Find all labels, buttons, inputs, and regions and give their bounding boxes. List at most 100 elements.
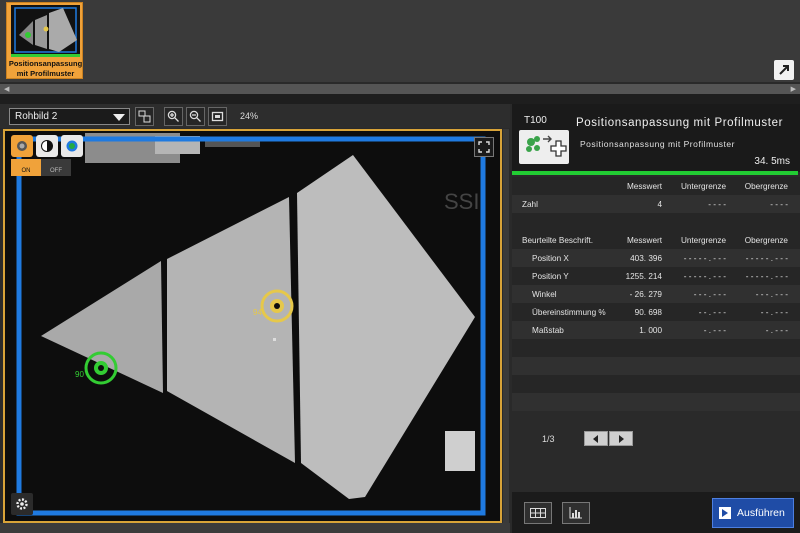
thumbnail-label-line1: Positionsanpassung xyxy=(8,59,83,68)
background-text: SSI xyxy=(444,189,479,214)
overlay-toggle[interactable]: ON OFF xyxy=(11,159,71,176)
expand-icon xyxy=(779,65,789,75)
row-label: Position Y xyxy=(532,272,569,281)
table-row[interactable]: Zahl 4 - - - - - - - - xyxy=(512,195,800,213)
thumbnail-status-bar xyxy=(11,54,80,57)
row-value: 403. 396 xyxy=(630,254,662,263)
fit-screen-button[interactable] xyxy=(208,107,227,126)
column-header: Beurteilte Beschrift. xyxy=(522,236,593,245)
zoom-in-button[interactable] xyxy=(164,107,183,126)
table-row[interactable]: Position X 403. 396 - - - - - . - - - - … xyxy=(512,249,800,267)
mode-button-contrast[interactable] xyxy=(36,135,58,157)
tool-header: T100 Positionsanpassung mit Profilmuster… xyxy=(512,104,800,172)
app-root: Positionsanpassung mit Profilmuster ◀ ▶ … xyxy=(0,0,800,533)
thumbnail-image xyxy=(11,5,80,55)
grid-view-button[interactable] xyxy=(524,502,552,524)
row-lower-limit: - - - - xyxy=(708,200,726,209)
tool-id: T100 xyxy=(524,115,547,126)
separator xyxy=(0,94,800,104)
thumbnail-label: Positionsanpassung mit Profilmuster xyxy=(7,59,84,79)
expand-button[interactable] xyxy=(774,60,794,80)
row-upper-limit: - - - - - . - - - xyxy=(745,272,788,281)
table-header-row: Messwert Untergrenze Obergrenze xyxy=(512,177,800,195)
tool-name: Positionsanpassung mit Profilmuster xyxy=(576,117,783,129)
row-lower-limit: - - . - - - xyxy=(698,308,726,317)
marker2-angle-label: 94 xyxy=(253,308,262,317)
row-label: Übereinstimmung % xyxy=(532,308,606,317)
chevron-left-icon xyxy=(593,434,598,443)
scroll-left-icon[interactable]: ◀ xyxy=(4,85,9,93)
row-label: Zahl xyxy=(522,200,538,209)
table-row[interactable]: Position Y 1255. 214 - - - - - . - - - -… xyxy=(512,267,800,285)
table-header-row: Beurteilte Beschrift. Messwert Untergren… xyxy=(512,231,800,249)
fullscreen-button[interactable] xyxy=(474,137,494,157)
gear-icon xyxy=(16,498,28,510)
contrast-icon xyxy=(41,140,53,152)
table-row[interactable]: Winkel - 26. 279 - - - . - - - - - - . -… xyxy=(512,285,800,303)
results-footer: Ausführen xyxy=(512,492,800,533)
bar-chart-icon xyxy=(569,507,582,519)
image-horizontal-scrollbar[interactable] xyxy=(0,523,510,533)
image-source-select[interactable]: Rohbild 2 xyxy=(9,108,130,125)
zoom-in-icon xyxy=(167,110,179,122)
chevron-down-icon xyxy=(113,114,125,121)
scroll-right-icon[interactable]: ▶ xyxy=(791,85,796,93)
fit-screen-icon xyxy=(211,111,224,122)
image-layout-icon xyxy=(138,110,151,123)
column-header: Messwert xyxy=(626,182,662,191)
image-layout-button[interactable] xyxy=(135,107,154,126)
row-label: Winkel xyxy=(532,290,557,299)
overlay-on[interactable]: ON xyxy=(11,159,41,176)
zoom-out-button[interactable] xyxy=(186,107,205,126)
column-header: Messwert xyxy=(626,236,662,245)
column-header: Obergrenze xyxy=(744,182,788,191)
tool-thumbnail-strip: Positionsanpassung mit Profilmuster xyxy=(0,0,800,82)
camera-mode-icon xyxy=(17,141,27,151)
mode-button-overlay[interactable] xyxy=(61,135,83,157)
image-toolbar: Rohbild 2 24% xyxy=(0,104,510,128)
row-value: 4 xyxy=(657,200,662,209)
run-button[interactable]: Ausführen xyxy=(712,498,794,528)
settings-button[interactable] xyxy=(11,493,33,515)
thumbnail-scrollbar[interactable]: ◀ ▶ xyxy=(0,84,800,94)
camera-image: SSI 90 94 xyxy=(5,131,500,521)
row-lower-limit: - . - - - xyxy=(703,326,726,335)
tool-icon xyxy=(519,130,569,164)
camera-image-view[interactable]: SSI 90 94 ON OFF xyxy=(3,129,502,523)
row-value: 90. 698 xyxy=(634,308,662,317)
zoom-level: 24% xyxy=(240,111,259,121)
chevron-right-icon xyxy=(619,434,624,443)
row-upper-limit: - - - - - . - - - xyxy=(745,254,788,263)
image-vertical-scrollbar[interactable] xyxy=(503,129,509,523)
page-indicator: 1/3 xyxy=(542,434,555,444)
table-spacer-row xyxy=(512,357,800,375)
statistics-button[interactable] xyxy=(562,502,590,524)
results-panel: T100 Positionsanpassung mit Profilmuster… xyxy=(512,104,800,533)
overlay-off[interactable]: OFF xyxy=(41,159,71,176)
target-icon xyxy=(66,140,78,152)
table-spacer-row xyxy=(512,375,800,393)
row-lower-limit: - - - - - . - - - xyxy=(683,254,726,263)
grid-icon xyxy=(530,508,546,518)
status-bar xyxy=(512,171,798,175)
row-value: - 26. 279 xyxy=(629,290,662,299)
row-upper-limit: - . - - - xyxy=(765,326,788,335)
mode-button-camera[interactable] xyxy=(11,135,33,157)
table-row[interactable]: Maßstab 1. 000 - . - - - - . - - - xyxy=(512,321,800,339)
column-header: Untergrenze xyxy=(680,182,726,191)
thumbnail-label-line2: mit Profilmuster xyxy=(16,69,75,78)
execution-time: 34. 5ms xyxy=(754,156,790,167)
tool-thumbnail-card[interactable]: Positionsanpassung mit Profilmuster xyxy=(6,2,83,79)
run-button-label: Ausführen xyxy=(737,507,785,519)
prev-page-button[interactable] xyxy=(584,431,608,446)
row-upper-limit: - - - - xyxy=(770,200,788,209)
row-label: Maßstab xyxy=(532,326,564,335)
table-spacer-row xyxy=(512,339,800,357)
row-lower-limit: - - - - - . - - - xyxy=(683,272,726,281)
result-table-2: Beurteilte Beschrift. Messwert Untergren… xyxy=(512,231,800,411)
next-page-button[interactable] xyxy=(609,431,633,446)
row-label: Position X xyxy=(532,254,569,263)
table-row[interactable]: Übereinstimmung % 90. 698 - - . - - - - … xyxy=(512,303,800,321)
image-mode-buttons xyxy=(11,135,83,157)
row-value: 1255. 214 xyxy=(625,272,662,281)
